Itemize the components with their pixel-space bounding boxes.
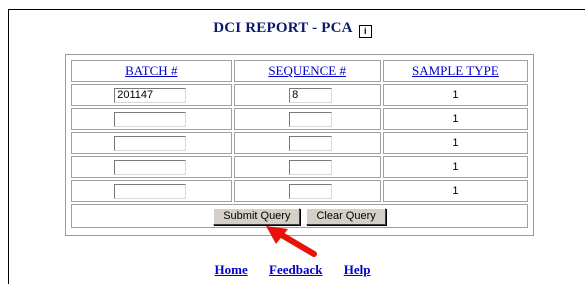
header-batch-link[interactable]: BATCH # [125,63,177,78]
sample-type-cell: 1 [382,180,528,202]
batch-input[interactable]: 201147 [114,87,187,103]
batch-input[interactable] [114,159,187,175]
page-title-text: DCI REPORT - PCA [213,20,352,36]
sample-type-cell: 1 [382,132,528,154]
header-sequence[interactable]: SEQUENCE # [233,60,381,82]
sample-type-cell: 1 [382,156,528,178]
home-link[interactable]: Home [215,262,248,277]
batch-input[interactable] [114,111,187,127]
batch-cell [71,156,232,178]
table-row: 1 [71,180,528,202]
header-sample-type-link[interactable]: SAMPLE TYPE [412,63,499,78]
table-row: 1 [71,108,528,130]
clear-query-button[interactable]: Clear Query [306,207,386,225]
batch-cell [71,108,232,130]
sequence-input[interactable] [289,159,333,175]
header-batch[interactable]: BATCH # [71,60,232,82]
sequence-input[interactable] [289,135,333,151]
footer-links: Home Feedback Help [0,262,585,278]
batch-input[interactable] [114,135,187,151]
sample-type-cell: 1 [382,108,528,130]
sequence-cell [233,108,381,130]
batch-cell [71,180,232,202]
red-arrow-icon [266,226,317,257]
header-sample-type[interactable]: SAMPLE TYPE [382,60,528,82]
sequence-cell [233,132,381,154]
table-row: 1 [71,156,528,178]
sequence-input[interactable]: 8 [289,87,333,103]
submit-query-button[interactable]: Submit Query [213,207,301,225]
sequence-cell [233,156,381,178]
sequence-input[interactable] [289,111,333,127]
feedback-link[interactable]: Feedback [269,262,322,277]
batch-cell: 201147 [71,84,232,106]
page-title: DCI REPORT - PCA i [0,20,585,38]
sequence-cell: 8 [233,84,381,106]
query-table: BATCH # SEQUENCE # SAMPLE TYPE 201147 8 … [69,58,530,230]
query-form: BATCH # SEQUENCE # SAMPLE TYPE 201147 8 … [65,54,534,236]
sequence-cell [233,180,381,202]
help-link[interactable]: Help [344,262,371,277]
info-icon[interactable]: i [358,25,372,38]
table-row: 201147 8 1 [71,84,528,106]
batch-input[interactable] [114,183,187,199]
header-row: BATCH # SEQUENCE # SAMPLE TYPE [71,60,528,82]
sample-type-cell: 1 [382,84,528,106]
sequence-input[interactable] [289,183,333,199]
batch-cell [71,132,232,154]
header-sequence-link[interactable]: SEQUENCE # [268,63,346,78]
table-row: 1 [71,132,528,154]
